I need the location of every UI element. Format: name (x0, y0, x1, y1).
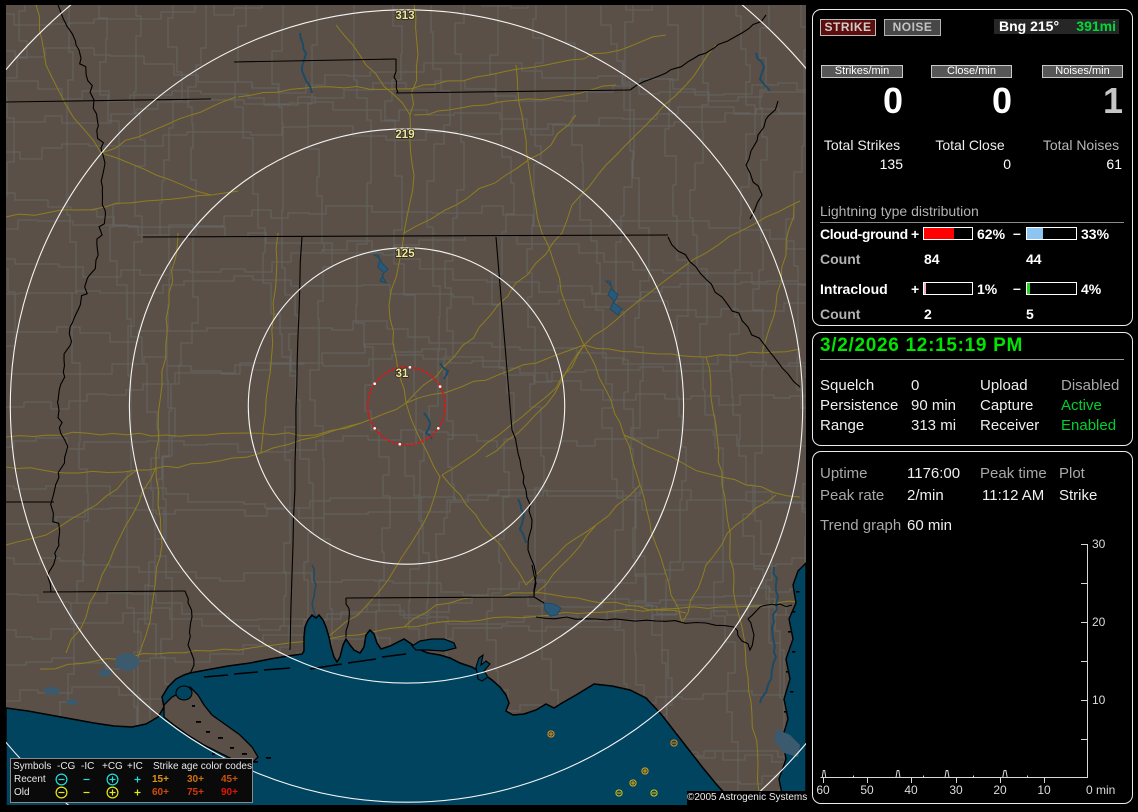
svg-text:31: 31 (396, 368, 409, 380)
svg-text:125: 125 (395, 248, 415, 260)
svg-text:30: 30 (949, 783, 963, 797)
svg-text:50: 50 (860, 783, 874, 797)
svg-text:30: 30 (1092, 537, 1106, 551)
svg-text:60: 60 (816, 783, 830, 797)
svg-text:40: 40 (904, 783, 918, 797)
svg-text:10: 10 (1092, 693, 1106, 707)
svg-text:313: 313 (395, 10, 414, 22)
svg-text:20: 20 (993, 783, 1007, 797)
svg-text:20: 20 (1092, 615, 1106, 629)
svg-text:219: 219 (395, 129, 414, 141)
svg-text:0 min: 0 min (1086, 783, 1115, 797)
svg-text:10: 10 (1037, 783, 1051, 797)
